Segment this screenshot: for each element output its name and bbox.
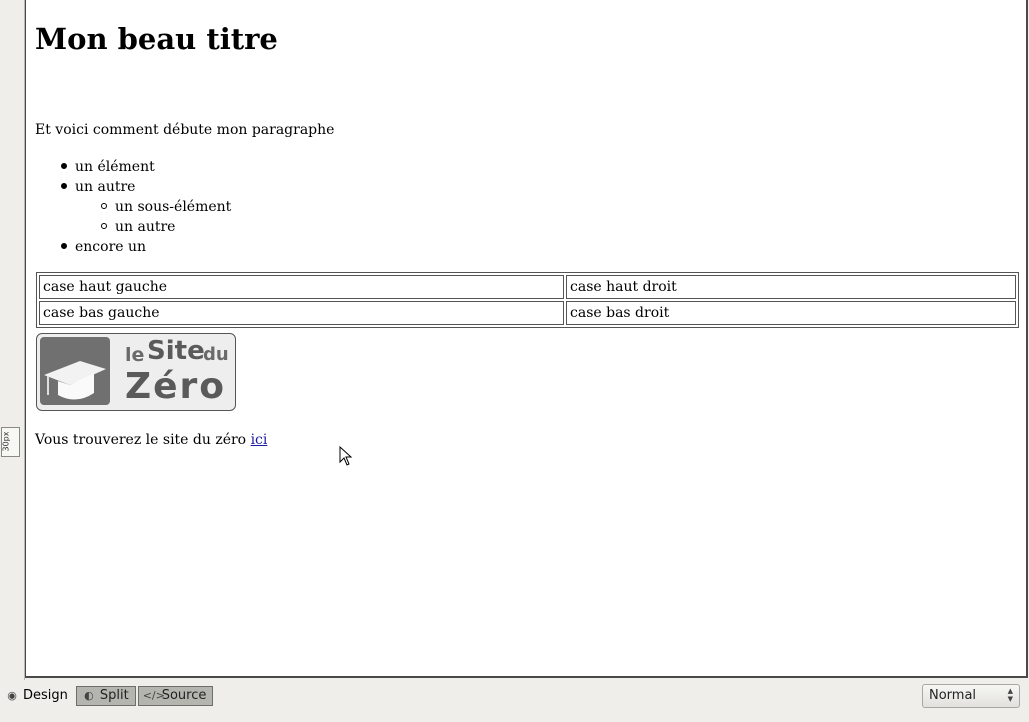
bullet-icon <box>61 163 67 169</box>
content-table: case haut gauche case haut droit case ba… <box>36 272 1019 328</box>
table-row: case bas gauche case bas droit <box>39 301 1016 325</box>
zoom-select[interactable]: Normal ▲ ▼ <box>922 684 1020 708</box>
tab-design[interactable]: ◉ Design <box>0 686 74 706</box>
eye-icon: ◉ <box>7 689 17 702</box>
site-link[interactable]: ici <box>251 432 268 448</box>
page-title[interactable]: Mon beau titre <box>35 22 278 56</box>
table-cell[interactable]: case haut droit <box>566 275 1016 299</box>
sub-list-item[interactable]: un autre <box>35 218 231 238</box>
table-row: case haut gauche case haut droit <box>39 275 1016 299</box>
view-mode-tabs: ◉ Design ◐ Split </> Source <box>0 686 215 708</box>
bullet-icon <box>61 183 67 189</box>
tab-source[interactable]: </> Source <box>137 686 214 706</box>
left-ruler: 30px <box>0 0 25 680</box>
graduation-cap-icon <box>40 337 110 405</box>
intro-paragraph[interactable]: Et voici comment débute mon paragraphe <box>35 122 334 138</box>
table-cell[interactable]: case bas gauche <box>39 301 564 325</box>
bullet-list: un élément un autre un sous-élément un a… <box>35 158 231 258</box>
site-du-zero-logo[interactable]: le Site du Zéro <box>36 333 236 411</box>
tab-split[interactable]: ◐ Split <box>75 686 136 706</box>
table-cell[interactable]: case bas droit <box>566 301 1016 325</box>
status-bar: ◉ Design ◐ Split </> Source Normal ▲ ▼ <box>0 680 1029 722</box>
list-item[interactable]: un élément <box>35 158 231 178</box>
split-view-icon: ◐ <box>84 689 94 702</box>
mouse-pointer-icon <box>339 446 353 466</box>
table-cell[interactable]: case haut gauche <box>39 275 564 299</box>
link-paragraph[interactable]: Vous trouverez le site du zéro ici <box>35 432 267 448</box>
ruler-size-label: 30px <box>1 427 20 457</box>
spin-arrows-icon: ▲ ▼ <box>1007 687 1013 703</box>
sub-list-item[interactable]: un sous-élément <box>35 198 231 218</box>
list-item[interactable]: un autre <box>35 178 231 198</box>
list-item[interactable]: encore un <box>35 238 231 258</box>
source-code-icon: </> <box>142 689 165 702</box>
hollow-bullet-icon <box>101 203 107 209</box>
bullet-icon <box>61 243 67 249</box>
hollow-bullet-icon <box>101 223 107 229</box>
design-canvas[interactable]: Mon beau titre Et voici comment débute m… <box>25 0 1028 678</box>
